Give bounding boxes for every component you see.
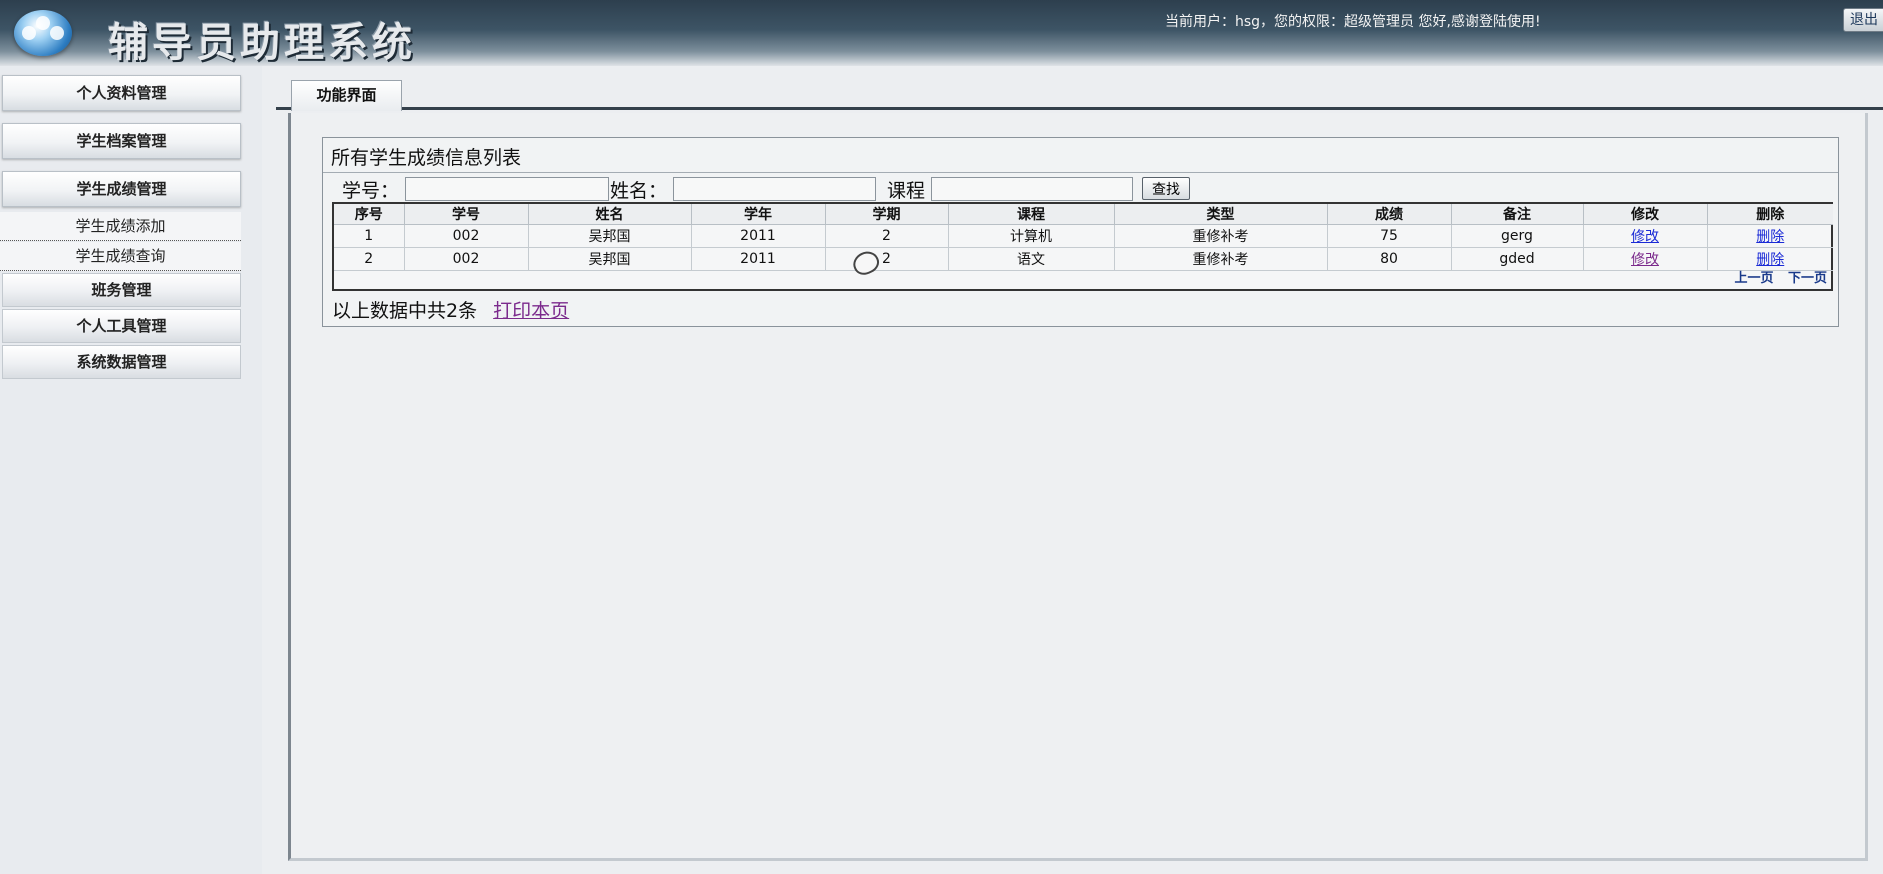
student-no-input[interactable] xyxy=(405,177,609,201)
table-row: 2 002 吴邦国 2011 2 语文 重修补考 80 gded 修改 删除 xyxy=(334,247,1833,271)
header-score: 成绩 xyxy=(1327,204,1452,225)
title-divider xyxy=(323,172,1838,173)
list-footer: 以上数据中共2条 打印本页 xyxy=(332,296,569,323)
list-title: 所有学生成绩信息列表 xyxy=(331,147,522,169)
menu-student-archive[interactable]: 学生档案管理 xyxy=(2,123,241,159)
tab-bar: 功能界面 xyxy=(276,78,1883,111)
cell-student-no: 002 xyxy=(404,224,529,248)
cell-student-no: 002 xyxy=(404,247,529,271)
header-name: 姓名 xyxy=(528,204,692,225)
cell-seq: 2 xyxy=(334,247,405,271)
menu-student-grades[interactable]: 学生成绩管理 xyxy=(2,171,241,207)
cell-note: gded xyxy=(1451,247,1584,271)
main-content: 所有学生成绩信息列表 学号： 姓名： 课程 查找 序号 学号 姓名 学年 学期 … xyxy=(288,113,1868,861)
name-input[interactable] xyxy=(673,177,876,201)
cell-edit: 修改 xyxy=(1583,247,1708,271)
grade-table: 序号 学号 姓名 学年 学期 课程 类型 成绩 备注 修改 删除 1 002 吴… xyxy=(332,202,1833,291)
system-title: 辅导员助理系统 xyxy=(108,19,416,66)
cell-term: 2 xyxy=(825,247,949,271)
top-banner: 辅导员助理系统 当前用户：hsg，您的权限：超级管理员 您好,感谢登陆使用! 退… xyxy=(0,0,1883,66)
cell-year: 2011 xyxy=(691,247,826,271)
edit-link[interactable]: 修改 xyxy=(1631,229,1659,245)
grade-list-panel: 所有学生成绩信息列表 学号： 姓名： 课程 查找 序号 学号 姓名 学年 学期 … xyxy=(322,137,1839,327)
submenu-grade-query[interactable]: 学生成绩查询 xyxy=(0,242,241,271)
cell-delete: 删除 xyxy=(1707,224,1833,248)
header-year: 学年 xyxy=(691,204,826,225)
menu-personal-info[interactable]: 个人资料管理 xyxy=(2,75,241,111)
search-button[interactable]: 查找 xyxy=(1142,177,1190,200)
course-label: 课程 xyxy=(887,180,926,202)
cell-note: gerg xyxy=(1451,224,1584,248)
cell-type: 重修补考 xyxy=(1114,224,1328,248)
cell-course: 语文 xyxy=(948,247,1115,271)
header-note: 备注 xyxy=(1451,204,1584,225)
system-logo-icon xyxy=(14,10,72,56)
cell-score: 80 xyxy=(1327,247,1452,271)
edit-link[interactable]: 修改 xyxy=(1631,252,1659,268)
cell-score: 75 xyxy=(1327,224,1452,248)
cell-term: 2 xyxy=(825,224,949,248)
print-page-link[interactable]: 打印本页 xyxy=(493,300,569,322)
cell-name: 吴邦国 xyxy=(528,224,692,248)
header-seq: 序号 xyxy=(334,204,405,225)
search-row: 学号： 姓名： 课程 查找 xyxy=(323,174,1838,204)
delete-link[interactable]: 删除 xyxy=(1756,252,1784,268)
course-input[interactable] xyxy=(931,177,1133,201)
logout-button[interactable]: 退出 xyxy=(1843,8,1883,32)
student-no-label: 学号： xyxy=(342,180,400,202)
submenu-grade-add[interactable]: 学生成绩添加 xyxy=(0,212,241,241)
table-row: 1 002 吴邦国 2011 2 计算机 重修补考 75 gerg 修改 删除 xyxy=(334,224,1833,248)
tab-function-view[interactable]: 功能界面 xyxy=(291,80,402,111)
header-delete: 删除 xyxy=(1707,204,1833,225)
table-header-row: 序号 学号 姓名 学年 学期 课程 类型 成绩 备注 修改 删除 xyxy=(334,204,1833,225)
header-term: 学期 xyxy=(825,204,949,225)
pager: 上一页 下一页 xyxy=(1724,267,1827,286)
menu-personal-tools[interactable]: 个人工具管理 xyxy=(2,309,241,343)
prev-page-link[interactable]: 上一页 xyxy=(1734,271,1773,286)
cell-course: 计算机 xyxy=(948,224,1115,248)
cell-seq: 1 xyxy=(334,224,405,248)
cell-type: 重修补考 xyxy=(1114,247,1328,271)
current-user-info: 当前用户：hsg，您的权限：超级管理员 您好,感谢登陆使用! xyxy=(1165,14,1541,30)
header-course: 课程 xyxy=(948,204,1115,225)
cell-year: 2011 xyxy=(691,224,826,248)
cell-name: 吴邦国 xyxy=(528,247,692,271)
header-edit: 修改 xyxy=(1583,204,1708,225)
header-student-no: 学号 xyxy=(404,204,529,225)
menu-system-data[interactable]: 系统数据管理 xyxy=(2,345,241,379)
delete-link[interactable]: 删除 xyxy=(1756,229,1784,245)
menu-class-affairs[interactable]: 班务管理 xyxy=(2,273,241,307)
header-type: 类型 xyxy=(1114,204,1328,225)
name-label: 姓名： xyxy=(610,180,668,202)
cell-edit: 修改 xyxy=(1583,224,1708,248)
record-summary: 以上数据中共2条 xyxy=(332,300,478,322)
left-sidebar: 个人资料管理 学生档案管理 学生成绩管理 学生成绩添加 学生成绩查询 班务管理 … xyxy=(0,66,262,874)
next-page-link[interactable]: 下一页 xyxy=(1788,271,1827,286)
